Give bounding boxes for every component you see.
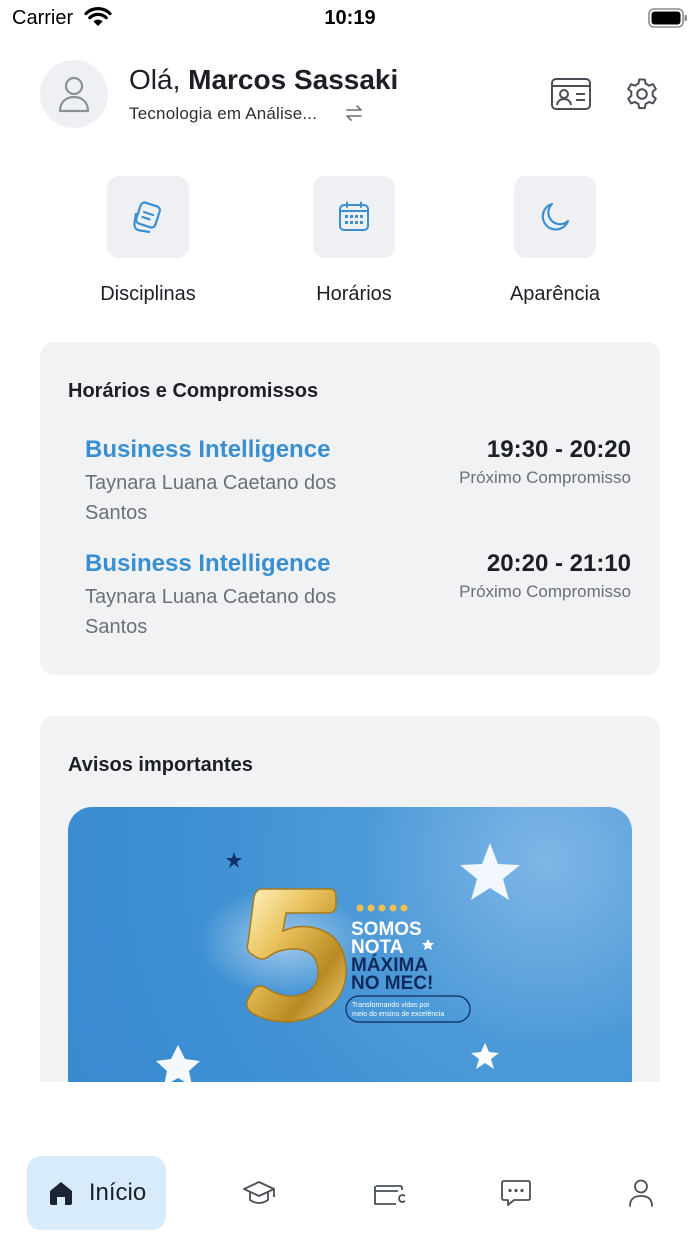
schedule-status: Próximo Compromisso [459, 468, 631, 487]
graduation-cap-icon[interactable] [242, 1178, 276, 1208]
user-name: Marcos Sassaki [188, 64, 399, 95]
moon-icon [541, 202, 570, 231]
banner-star [226, 852, 242, 868]
banner-star [471, 1043, 499, 1069]
schedule-item[interactable]: Business Intelligence Taynara Luana Caet… [85, 436, 631, 528]
horarios-tile[interactable] [313, 176, 395, 258]
aparencia-label: Aparência [509, 283, 601, 305]
schedule-time: 19:30 - 20:20 [486, 436, 631, 463]
notes-icon [133, 201, 161, 234]
banner-star [460, 843, 520, 900]
swap-icon[interactable] [344, 104, 364, 122]
quick-action-horarios[interactable]: Horários [279, 176, 429, 306]
gear-icon[interactable] [624, 76, 660, 112]
avatar[interactable] [40, 60, 108, 128]
status-bar: Carrier 10:19 [0, 0, 700, 38]
id-card-icon[interactable] [550, 76, 592, 112]
schedule-title: Horários e Compromissos [68, 380, 319, 402]
notices-panel: Avisos importantes SOMOS NOTA MÁXIMA NO … [40, 716, 660, 1082]
greeting: Olá, Marcos Sassaki [129, 64, 398, 96]
quick-action-aparencia[interactable]: Aparência [480, 176, 630, 306]
banner-tagline-2: meio do ensino de excelência [352, 1011, 444, 1018]
calendar-icon [339, 201, 369, 231]
schedule-professor: Taynara Luana Caetano dos Santos [85, 586, 337, 638]
user-icon [58, 76, 90, 113]
greeting-text: Olá, [129, 64, 181, 95]
schedule-item[interactable]: Business Intelligence Taynara Luana Caet… [85, 550, 631, 642]
nav-home[interactable]: Início [27, 1156, 166, 1230]
banner-line-4: NO MEC! [351, 973, 433, 994]
battery-icon [648, 8, 687, 28]
nav-home-label: Início [88, 1179, 147, 1206]
home-icon [49, 1182, 72, 1205]
chat-icon[interactable] [500, 1178, 532, 1208]
horarios-label: Horários [316, 283, 392, 305]
schedule-status: Próximo Compromisso [459, 582, 631, 601]
wallet-icon[interactable] [372, 1178, 406, 1208]
disciplinas-tile[interactable] [107, 176, 189, 258]
schedule-professor: Taynara Luana Caetano dos Santos [85, 472, 337, 524]
quick-action-disciplinas[interactable]: Disciplinas [73, 176, 223, 306]
course-name: Tecnologia em Análise... [129, 104, 318, 123]
schedule-panel: Horários e Compromissos Business Intelli… [40, 342, 660, 675]
aparencia-tile[interactable] [514, 176, 596, 258]
banner-star [156, 1045, 200, 1082]
profile-icon[interactable] [627, 1178, 655, 1208]
schedule-time: 20:20 - 21:10 [486, 550, 631, 577]
status-time: 10:19 [324, 7, 376, 29]
banner-artwork: SOMOS NOTA MÁXIMA NO MEC! Transformando … [156, 843, 520, 1082]
notice-banner[interactable]: SOMOS NOTA MÁXIMA NO MEC! Transformando … [68, 807, 632, 1082]
notices-title: Avisos importantes [68, 754, 253, 776]
rating-stars [356, 904, 408, 912]
banner-tagline-1: Transformando vidas por [352, 1002, 430, 1009]
bottom-nav: Início [0, 1140, 700, 1244]
disciplinas-label: Disciplinas [100, 283, 196, 305]
